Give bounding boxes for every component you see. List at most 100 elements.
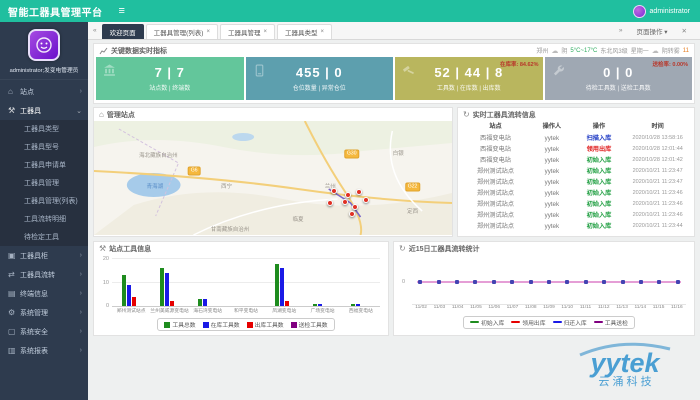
sidebar-menu-item[interactable]: ▤ 终端信息 › xyxy=(0,284,88,303)
station-marker[interactable] xyxy=(363,197,369,203)
legend-label: 工具送检 xyxy=(605,321,628,327)
sidebar-menu-item[interactable]: 工器具类型 xyxy=(0,120,88,138)
legend-label: 归还入库 xyxy=(564,321,587,327)
station-marker[interactable] xyxy=(356,189,362,195)
map-body[interactable]: 海北藏族自治州青海湖西宁兰州白银定西临夏甘南藏族自治州G6G30G22 xyxy=(94,121,452,235)
tab-close-icon[interactable]: × xyxy=(206,29,210,35)
flow-time: 2020/10/28 13:58:16 xyxy=(624,133,691,144)
col-operator: 操作人 xyxy=(530,121,574,133)
flow-row: 郑州测试站点 yytek 初始入库 2020/10/21 11:23:46 xyxy=(461,210,691,221)
key-metrics-header: 关键数据实时指标 郑州 ☁ 阴 5°C~17°C 东北风3级 星期一 ☁ 阴转雾… xyxy=(94,44,694,57)
sidebar-menu-item[interactable]: ⚒ 工器具 ⌄ xyxy=(0,101,88,120)
station-marker[interactable] xyxy=(342,199,348,205)
flow-row: 西福变电站 yytek 领用出库 2020/10/28 12:01:44 xyxy=(461,144,691,155)
station-marker[interactable] xyxy=(331,188,337,194)
flow-table-header: 站点 操作人 操作 时间 xyxy=(461,121,691,133)
legend-swatch xyxy=(203,322,209,328)
sidebar-menu-item[interactable]: 待检定工具 xyxy=(0,228,88,246)
sidebar-menu-item[interactable]: 工器具管理(列表) xyxy=(0,192,88,210)
refresh-icon[interactable]: ↻ xyxy=(399,244,406,253)
legend-item[interactable]: 送检工具数 xyxy=(291,320,328,329)
flow-table: 站点 操作人 操作 时间 西福变电站 yytek 扫描入库 2020/10/28… xyxy=(458,121,694,232)
tab-bar-controls: » 页面操作 ▾ ✕ xyxy=(614,26,700,36)
legend-item[interactable]: 出库工具数 xyxy=(247,320,284,329)
sidebar-menu-item[interactable]: ⚙ 系统管理 › xyxy=(0,303,88,322)
legend-item[interactable]: 工具总数 xyxy=(164,320,195,329)
flow-station: 郑州测试站点 xyxy=(461,199,530,210)
page-operations-dropdown[interactable]: 页面操作 ▾ xyxy=(636,26,667,36)
cloud-icon: ☁ xyxy=(551,47,558,55)
line-x-label: 11/09 xyxy=(540,305,558,313)
tab-scroll-right-icon[interactable]: » xyxy=(614,27,628,34)
line-x-label: 11/02 xyxy=(412,305,430,313)
legend-item[interactable]: 归还入库 xyxy=(553,318,587,327)
flow-operator: yytek xyxy=(530,177,574,188)
bar-panel-title: 站点工具信息 xyxy=(109,244,151,254)
legend-label: 在库工具数 xyxy=(211,323,240,329)
sidebar-menu-item[interactable]: 工具流转明细 xyxy=(0,210,88,228)
tab-scroll-left-icon[interactable]: « xyxy=(88,27,102,34)
sidebar-menu-item[interactable]: ▥ 系统报表 › xyxy=(0,341,88,360)
col-station: 站点 xyxy=(461,121,530,133)
bar-x-label: 兰州美威源变电站 xyxy=(150,307,188,315)
menu-item-label: 工器具 xyxy=(20,106,76,116)
tab[interactable]: 工器具管理(列表) × xyxy=(146,24,218,39)
legend-item[interactable]: 工具送检 xyxy=(594,318,628,327)
menu-item-label: 工器具型号 xyxy=(24,142,82,152)
flow-time: 2020/10/21 11:23:47 xyxy=(624,166,691,177)
sidebar-menu-item[interactable]: 工器具申请单 xyxy=(0,156,88,174)
menu-item-label: 工器具柜 xyxy=(20,251,80,261)
sidebar-menu-item[interactable]: ⇄ 工器具流转 › xyxy=(0,265,88,284)
road-badge: G6 xyxy=(188,167,201,176)
user-avatar[interactable] xyxy=(633,5,646,18)
yytek-logo: yytek 云 涌 科 技 xyxy=(564,335,686,387)
flow-action: 初始入库 xyxy=(574,221,625,232)
weather-temp-next: 11 xyxy=(683,48,689,54)
refresh-icon[interactable]: ↻ xyxy=(463,110,470,119)
sidebar-menu-item[interactable]: ▣ 工器具柜 › xyxy=(0,246,88,265)
flow-action: 初始入库 xyxy=(574,155,625,166)
line-marker xyxy=(492,280,496,284)
flow-station: 郑州测试站点 xyxy=(461,166,530,177)
stat-cards: 7 | 7 站点数 | 终端数 455 | 0 仓位数量 | 异常仓位 52 |… xyxy=(94,57,694,100)
sidebar-menu-item[interactable]: 工器具管理 xyxy=(0,174,88,192)
station-marker[interactable] xyxy=(327,200,333,206)
close-all-tabs-icon[interactable]: ✕ xyxy=(677,27,692,35)
hamburger-menu-icon[interactable]: ≡ xyxy=(119,0,125,22)
user-chip[interactable]: administrator xyxy=(633,5,700,18)
tab[interactable]: 欢迎页面 xyxy=(102,24,144,39)
flow-operator: yytek xyxy=(530,199,574,210)
sidebar-menu-item[interactable]: ▢ 系统安全 › xyxy=(0,322,88,341)
map-overlay: 海北藏族自治州青海湖西宁兰州白银定西临夏甘南藏族自治州G6G30G22 xyxy=(94,121,452,235)
flow-operator: yytek xyxy=(530,166,574,177)
key-metrics-panel: 关键数据实时指标 郑州 ☁ 阴 5°C~17°C 东北风3级 星期一 ☁ 阴转雾… xyxy=(93,43,695,104)
station-marker[interactable] xyxy=(345,192,351,198)
sidebar-menu-item[interactable]: ⌂ 站点 › xyxy=(0,82,88,101)
legend-item[interactable]: 在库工具数 xyxy=(203,320,240,329)
station-marker[interactable] xyxy=(352,204,358,210)
legend-item[interactable]: 领用出库 xyxy=(511,318,545,327)
legend-swatch xyxy=(164,322,170,328)
tab[interactable]: 工器具管理 × xyxy=(220,24,275,39)
profile-avatar[interactable] xyxy=(28,29,60,61)
tab-close-icon[interactable]: × xyxy=(321,29,325,35)
col-action: 操作 xyxy=(574,121,625,133)
chevron-icon: › xyxy=(80,271,82,278)
station-marker[interactable] xyxy=(349,211,355,217)
security-icon: ▢ xyxy=(8,327,20,336)
tab[interactable]: 工器具类型 × xyxy=(277,24,332,39)
legend-item[interactable]: 初始入库 xyxy=(470,318,504,327)
bar xyxy=(160,268,164,306)
line-marker xyxy=(510,280,514,284)
gavel-icon xyxy=(402,64,415,77)
sidebar-menu-item[interactable]: 工器具型号 xyxy=(0,138,88,156)
tab-close-icon[interactable]: × xyxy=(263,29,267,35)
stat-card-inspection: 0 | 0 待检工具数 | 送检工具数 送检率: 0.00% xyxy=(545,57,693,100)
flow-time: 2020/10/21 11:23:46 xyxy=(624,199,691,210)
bar-chart-body: 01020 郑州测试站点兰州美威源变电站海石湾变电站和平变电站凤湖变电站广场变电… xyxy=(94,255,388,331)
username: administrator xyxy=(650,8,690,15)
legend-label: 初始入库 xyxy=(481,321,504,327)
weather-weekday: 星期一 xyxy=(631,46,649,55)
line-x-label: 11/13 xyxy=(613,305,631,313)
menu-item-label: 工器具申请单 xyxy=(24,160,82,170)
